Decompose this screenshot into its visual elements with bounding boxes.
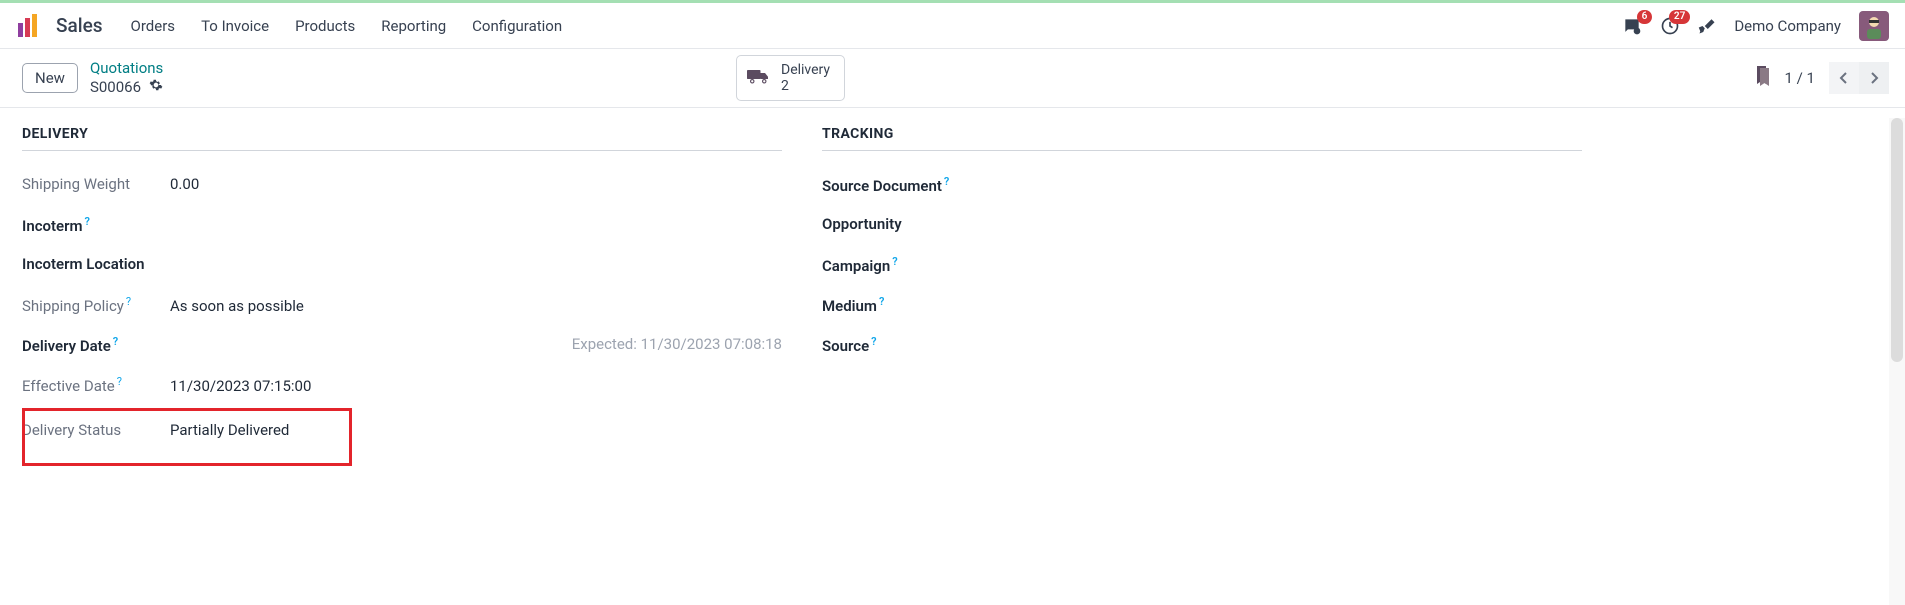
activities-icon[interactable]: 27 [1660,16,1680,36]
delivery-stat-button[interactable]: Delivery 2 [736,55,845,101]
medium-label[interactable]: Medium? [822,295,970,315]
nav-to-invoice[interactable]: To Invoice [201,17,269,35]
campaign-label[interactable]: Campaign? [822,255,970,275]
shipping-policy-value[interactable]: As soon as possible [170,297,304,315]
nav-products[interactable]: Products [295,17,355,35]
app-title[interactable]: Sales [56,14,103,37]
breadcrumb-quotations[interactable]: Quotations [90,59,163,78]
delivery-status-label: Delivery Status [22,421,170,439]
tracking-section: TRACKING Source Document? Opportunity Ca… [822,126,1582,461]
gear-icon[interactable] [149,78,163,98]
delivery-date-expected: Expected: 11/30/2023 07:08:18 [572,335,782,353]
avatar[interactable] [1859,11,1889,41]
delivery-date-label[interactable]: Delivery Date? [22,335,170,355]
messages-badge: 6 [1637,10,1653,24]
page-counter: 1 / 1 [1785,69,1816,87]
delivery-status-value: Partially Delivered [170,421,289,439]
nav-menu: Orders To Invoice Products Reporting Con… [131,17,563,35]
incoterm-label[interactable]: Incoterm? [22,215,170,235]
company-switcher[interactable]: Demo Company [1734,17,1841,35]
help-icon[interactable]: ? [113,335,118,348]
pager-prev-button[interactable] [1829,62,1859,94]
help-icon[interactable]: ? [117,375,122,388]
order-number: S00066 [90,78,141,97]
help-icon[interactable]: ? [871,335,876,348]
delivery-stat-label: Delivery [781,62,830,78]
tools-icon[interactable] [1698,17,1716,35]
help-icon[interactable]: ? [126,295,131,308]
opportunity-label[interactable]: Opportunity [822,215,970,233]
shipping-weight-value[interactable]: 0.00 [170,175,199,193]
source-label[interactable]: Source? [822,335,970,355]
help-icon[interactable]: ? [879,295,884,308]
delivery-section-title: DELIVERY [22,126,782,151]
truck-icon [747,67,771,89]
shipping-weight-label: Shipping Weight [22,175,170,193]
effective-date-label: Effective Date? [22,375,170,395]
incoterm-location-label[interactable]: Incoterm Location [22,255,222,273]
help-icon[interactable]: ? [892,255,897,268]
status-badge-new: New [22,63,78,93]
subheader: New Quotations S00066 Delivery 2 1 / 1 [0,49,1905,108]
shipping-policy-label: Shipping Policy? [22,295,170,315]
nav-configuration[interactable]: Configuration [472,17,562,35]
app-logo-icon [16,13,42,39]
activities-badge: 27 [1669,10,1690,24]
delivery-section: DELIVERY Shipping Weight 0.00 Incoterm? … [22,126,782,461]
vertical-scrollbar[interactable] [1889,118,1905,605]
nav-orders[interactable]: Orders [131,17,176,35]
bookmark-icon[interactable] [1755,66,1771,90]
tracking-section-title: TRACKING [822,126,1582,151]
pager-next-button[interactable] [1859,62,1889,94]
help-icon[interactable]: ? [944,175,949,188]
nav-reporting[interactable]: Reporting [381,17,446,35]
form-body: DELIVERY Shipping Weight 0.00 Incoterm? … [0,108,1905,541]
messages-icon[interactable]: 6 [1622,16,1642,36]
delivery-stat-count: 2 [781,78,830,94]
source-document-label[interactable]: Source Document? [822,175,970,195]
effective-date-value: 11/30/2023 07:15:00 [170,377,311,395]
help-icon[interactable]: ? [85,215,90,228]
top-nav: Sales Orders To Invoice Products Reporti… [0,3,1905,49]
